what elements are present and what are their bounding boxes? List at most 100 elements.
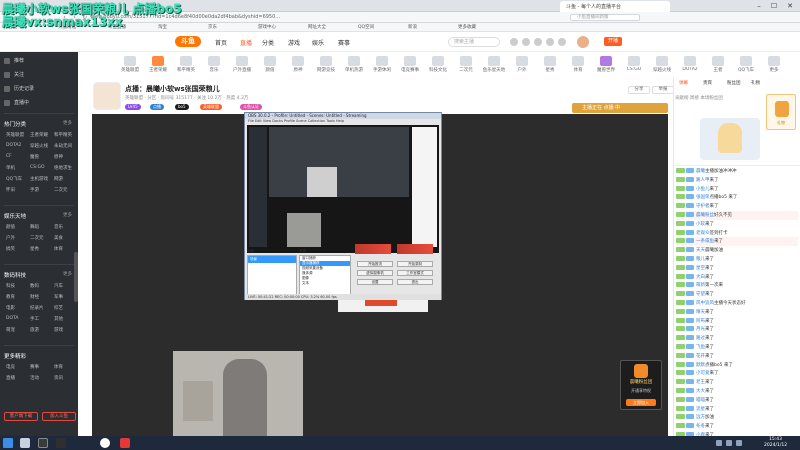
chat-username[interactable]: 冬冬 xyxy=(696,424,705,429)
chat-message[interactable]: 喵喵来了 xyxy=(676,396,798,405)
sidebar-category-cell[interactable]: 教育 xyxy=(6,294,15,300)
nav-item-2[interactable]: 分类 xyxy=(262,38,274,47)
bookmark-item[interactable]: 更多收藏 xyxy=(458,24,476,30)
category-item[interactable]: 魔兽世界 xyxy=(594,56,618,73)
chat-username[interactable]: 月光 xyxy=(696,327,705,332)
chat-username[interactable]: 飞鱼 xyxy=(696,345,705,350)
maximize-icon[interactable]: ☐ xyxy=(767,1,781,11)
chat-username[interactable]: 大大 xyxy=(696,389,705,394)
follow-icon[interactable] xyxy=(522,38,530,46)
chat-username[interactable]: 路过 xyxy=(696,336,705,341)
category-item[interactable]: 和平精英 xyxy=(174,56,198,73)
sidebar-category-cell[interactable]: 绝地求生 xyxy=(54,165,72,171)
category-item[interactable]: 户外直播 xyxy=(230,56,254,73)
site-search-input[interactable]: 搜索主播 xyxy=(448,37,500,47)
chat-message[interactable]: 一条咸鱼来了 xyxy=(676,237,798,247)
sidebar-category-cell[interactable]: 汽车 xyxy=(54,283,63,289)
category-item[interactable]: QQ飞车 xyxy=(734,56,758,73)
category-item[interactable]: 颜值 xyxy=(258,56,282,73)
chat-username[interactable]: 一条咸鱼 xyxy=(696,239,714,244)
sidebar-category-cell[interactable]: 萌宠 xyxy=(6,327,15,333)
report-button[interactable]: 举报 xyxy=(652,86,674,94)
scene-list[interactable]: 场景 xyxy=(247,255,297,295)
chat-username[interactable]: 小软 xyxy=(696,222,705,227)
chat-message[interactable]: 晨曦粉丝好久不见 xyxy=(676,211,798,220)
category-item[interactable]: 星秀 xyxy=(538,56,562,73)
sidebar-category-cell[interactable]: CF xyxy=(6,154,12,159)
category-item[interactable]: 原神 xyxy=(286,56,310,73)
chat-message[interactable]: 粮儿来了 xyxy=(676,255,798,264)
sidebar-category-cell[interactable]: 体育 xyxy=(54,364,63,370)
obs-control-button[interactable]: 退出 xyxy=(397,279,433,285)
room-tag[interactable]: 斗鱼认证 xyxy=(240,104,262,110)
sidebar-top-item[interactable]: 关注 xyxy=(14,71,24,78)
room-tag[interactable]: 点播 xyxy=(150,104,164,110)
sidebar-category-cell[interactable]: 美食 xyxy=(54,235,63,241)
user-avatar[interactable] xyxy=(577,36,589,48)
sidebar-category-cell[interactable]: 魔兽 xyxy=(30,154,39,160)
anchor-avatar[interactable] xyxy=(93,82,121,110)
bookmark-item[interactable]: 淘宝 xyxy=(158,24,167,30)
history-icon[interactable] xyxy=(4,86,10,92)
chat-message[interactable]: 阿布来了 xyxy=(676,317,798,326)
chat-message[interactable]: 小鱼儿来了 xyxy=(676,185,798,194)
source-list[interactable]: 窗口捕获 显示器捕获 视频采集设备 媒体源 图像 文本 xyxy=(299,255,351,295)
chat-message[interactable]: 冬冬来了 xyxy=(676,422,798,431)
sidebar-category-cell[interactable]: 纪录片 xyxy=(30,305,44,311)
category-item[interactable]: 王者荣耀 xyxy=(146,56,170,73)
sidebar-category-cell[interactable]: 主机游戏 xyxy=(30,176,48,182)
sidebar-scrollbar[interactable] xyxy=(74,252,78,302)
download-icon[interactable] xyxy=(546,38,554,46)
sidebar-category-cell[interactable]: 电影 xyxy=(6,305,15,311)
chat-message[interactable]: 默默点播bo5 来了 xyxy=(676,361,798,370)
sidebar-category-cell[interactable]: 原神 xyxy=(54,154,63,160)
chat-username[interactable]: 默默 xyxy=(696,363,705,368)
nav-item-5[interactable]: 赛事 xyxy=(338,38,350,47)
chat-message[interactable]: 星空来了 xyxy=(676,264,798,273)
chat-message[interactable]: 晴天来了 xyxy=(676,308,798,317)
bookmark-item[interactable]: QQ空间 xyxy=(358,24,374,30)
bookmark-item[interactable]: 京东 xyxy=(208,24,217,30)
chat-username[interactable]: 小可爱 xyxy=(696,371,710,376)
category-item[interactable]: CS:GO xyxy=(622,56,646,72)
taskbar-app-icon[interactable] xyxy=(56,438,66,448)
sidebar-category-cell[interactable]: 军事 xyxy=(54,294,63,300)
category-item[interactable]: 鱼乐星天地 xyxy=(482,56,506,73)
chat-message[interactable]: 萌新第一次来 xyxy=(676,281,798,290)
scene-item[interactable]: 场景 xyxy=(248,256,296,263)
task-icon[interactable] xyxy=(558,38,566,46)
douyu-taskbar-icon[interactable] xyxy=(120,438,130,448)
category-item[interactable]: 音乐 xyxy=(202,56,226,73)
chat-username[interactable]: 晨曦 xyxy=(696,169,705,174)
sidebar-footer-button[interactable]: 客户端下载 xyxy=(4,412,38,421)
sidebar-category-cell[interactable]: 科技 xyxy=(6,283,15,289)
sidebar-category-cell[interactable]: DOTA2 xyxy=(6,143,21,148)
sidebar-category-cell[interactable]: 和平精英 xyxy=(54,132,72,138)
chat-username[interactable]: 萌新 xyxy=(696,283,705,288)
sidebar-category-cell[interactable]: 穿越火线 xyxy=(30,143,48,149)
chat-username[interactable]: 远方 xyxy=(696,415,705,420)
category-item[interactable]: 王者 xyxy=(706,56,730,73)
category-item[interactable]: 二次元 xyxy=(454,56,478,73)
minimize-icon[interactable]: – xyxy=(752,1,766,11)
sidebar-category-cell[interactable]: 怀旧 xyxy=(6,187,15,193)
follow-icon[interactable] xyxy=(4,72,10,78)
taskbar-app-icon[interactable] xyxy=(38,438,48,448)
chat-tab[interactable]: 粉丝团 xyxy=(727,80,741,86)
chat-message[interactable]: 远方加油 xyxy=(676,413,798,422)
sidebar-category-cell[interactable]: 王者荣耀 xyxy=(30,132,48,138)
chat-message[interactable]: 流星来了 xyxy=(676,405,798,414)
chat-gift-widget[interactable]: 礼物 xyxy=(766,94,796,130)
category-item[interactable]: 科技文化 xyxy=(426,56,450,73)
chat-username[interactable]: 守望 xyxy=(696,292,705,297)
sidebar-category-cell[interactable]: 户外 xyxy=(6,235,15,241)
sidebar-top-item[interactable]: 直播中 xyxy=(14,99,29,106)
chat-message[interactable]: 飞鱼来了 xyxy=(676,343,798,352)
sidebar-category-cell[interactable]: 电竞 xyxy=(6,364,15,370)
sidebar-footer-button[interactable]: 加入斗鱼 xyxy=(42,412,76,421)
sidebar-category-cell[interactable]: 游戏 xyxy=(54,327,63,333)
tray-ime-icon[interactable] xyxy=(736,440,742,446)
chat-username[interactable]: 老王 xyxy=(696,380,705,385)
chat-message[interactable]: 风中追风主播今天状态好 xyxy=(676,299,798,308)
obs-control-button[interactable]: 开始推流 xyxy=(357,261,393,267)
